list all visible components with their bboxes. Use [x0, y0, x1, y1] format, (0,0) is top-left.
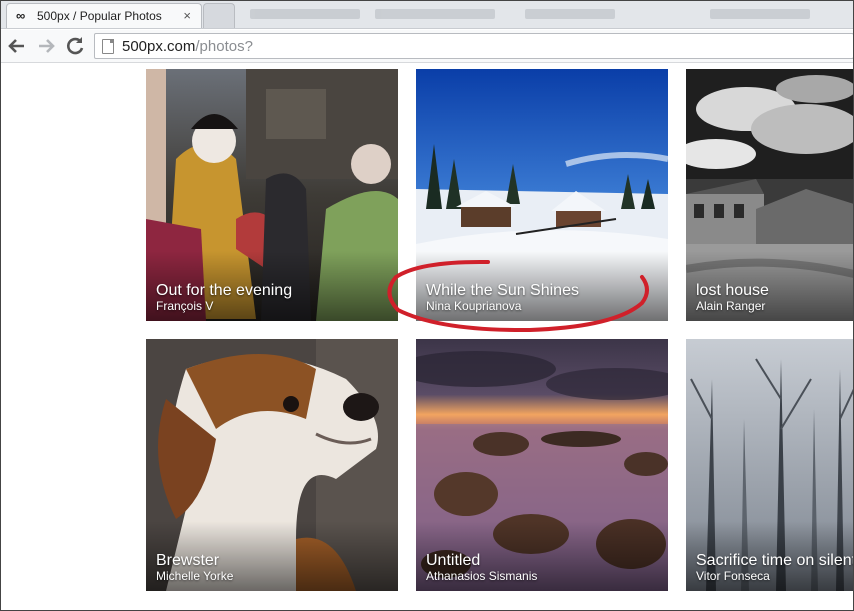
browser-toolbar: 500px.com/photos? [0, 30, 854, 63]
background-tab[interactable] [525, 9, 615, 19]
arrow-right-icon[interactable] [34, 34, 58, 58]
background-tabs [240, 9, 844, 21]
photo-author[interactable]: Michelle Yorke [156, 569, 233, 583]
photo-author[interactable]: Nina Kouprianova [426, 299, 521, 313]
background-tab[interactable] [375, 9, 495, 19]
photo-card[interactable]: Brewster Michelle Yorke [146, 339, 398, 591]
photo-title[interactable]: Untitled [426, 552, 480, 570]
browser-tab-bar: ∞ 500px / Popular Photos × [0, 0, 854, 29]
photo-author[interactable]: Vitor Fonseca [696, 569, 770, 583]
500px-favicon-icon: ∞ [16, 8, 25, 23]
photo-card[interactable]: lost house Alain Ranger [686, 69, 854, 321]
page-icon [102, 39, 114, 54]
new-tab-button[interactable] [203, 3, 235, 28]
photo-card[interactable]: While the Sun Shines Nina Kouprianova [416, 69, 668, 321]
tab-title: 500px / Popular Photos [37, 9, 162, 23]
address-bar[interactable]: 500px.com/photos? [94, 33, 854, 59]
photo-title[interactable]: lost house [696, 282, 769, 300]
photo-card[interactable]: Out for the evening François V [146, 69, 398, 321]
photo-author[interactable]: François V [156, 299, 213, 313]
photo-title[interactable]: While the Sun Shines [426, 282, 579, 300]
url-text: 500px.com/photos? [122, 38, 253, 55]
photo-card[interactable]: Sacrifice time on silent Vitor Fonseca [686, 339, 854, 591]
active-tab[interactable]: ∞ 500px / Popular Photos × [6, 3, 202, 28]
background-tab[interactable] [250, 9, 360, 19]
photo-title[interactable]: Brewster [156, 552, 219, 570]
photo-author[interactable]: Athanasios Sismanis [426, 569, 537, 583]
background-tab[interactable] [710, 9, 810, 19]
photo-title[interactable]: Out for the evening [156, 282, 292, 300]
close-icon[interactable]: × [183, 8, 191, 23]
reload-icon[interactable] [63, 34, 87, 58]
photo-author[interactable]: Alain Ranger [696, 299, 765, 313]
photo-card[interactable]: Untitled Athanasios Sismanis [416, 339, 668, 591]
arrow-left-icon[interactable] [5, 34, 29, 58]
photo-title[interactable]: Sacrifice time on silent [696, 552, 854, 570]
